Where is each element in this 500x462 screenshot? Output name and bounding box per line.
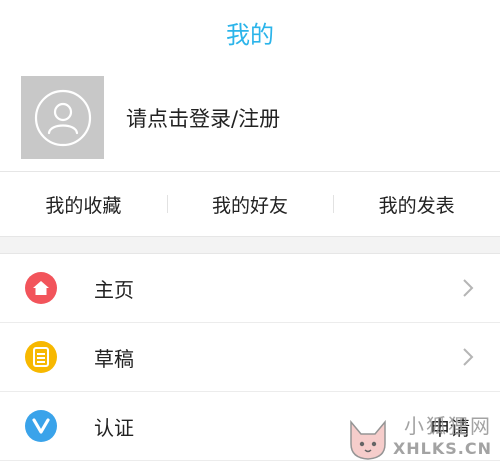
shortcut-posts[interactable]: 我的发表 — [333, 191, 500, 218]
menu-item-home[interactable]: 主页 — [0, 254, 500, 323]
watermark-en: XHLKS.CN — [392, 439, 492, 458]
header: 我的 — [0, 0, 500, 64]
chevron-right-icon — [462, 347, 474, 367]
notepad-icon — [25, 341, 57, 373]
home-icon — [25, 272, 57, 304]
login-register-link[interactable]: 请点击登录/注册 — [126, 103, 280, 133]
fox-logo-icon — [350, 419, 386, 460]
watermark-cn: 小狐狸网 — [404, 414, 492, 438]
avatar[interactable] — [21, 76, 104, 159]
user-avatar-icon — [34, 89, 91, 146]
verified-v-icon — [25, 410, 57, 442]
watermark: 小狐狸网 XHLKS.CN — [345, 410, 492, 462]
watermark-text: 小狐狸网 XHLKS.CN — [393, 410, 492, 458]
shortcut-bar: 我的收藏 我的好友 我的发表 — [0, 172, 500, 237]
shortcut-friends[interactable]: 我的好友 — [166, 191, 334, 218]
login-row[interactable]: 请点击登录/注册 — [0, 64, 500, 172]
menu-item-label: 草稿 — [94, 346, 134, 371]
menu-item-drafts[interactable]: 草稿 — [0, 323, 500, 392]
section-gap — [0, 237, 500, 254]
profile-page: 我的 请点击登录/注册 我的收藏 我的好友 我的发表 主页 草稿 认证 申请 小… — [0, 0, 500, 462]
shortcut-favorites[interactable]: 我的收藏 — [0, 191, 167, 218]
menu-item-label: 主页 — [94, 277, 134, 302]
page-title: 我的 — [226, 20, 274, 49]
chevron-right-icon — [462, 278, 474, 298]
